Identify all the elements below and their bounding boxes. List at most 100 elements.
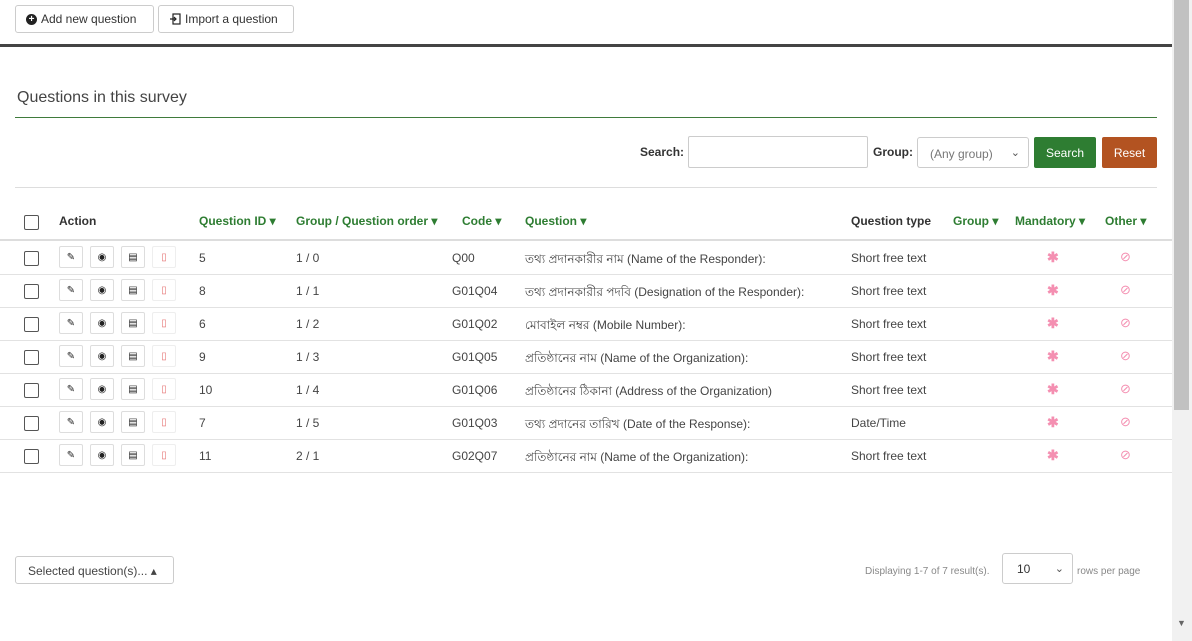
table-row: ✎ ◉ ▤ ▯ 5 1 / 0 Q00 তথ্য প্রদানকারীর নাম… (0, 241, 1172, 275)
question-id: 6 (199, 317, 206, 331)
mandatory-asterisk-icon: ✱ (1047, 381, 1059, 397)
delete-icon[interactable]: ▯ (152, 345, 176, 367)
table-row: ✎ ◉ ▤ ▯ 9 1 / 3 G01Q05 প্রতিষ্ঠানের নাম … (0, 340, 1172, 374)
mandatory-asterisk-icon: ✱ (1047, 249, 1059, 265)
edit-icon[interactable]: ✎ (59, 411, 83, 433)
question-text: তথ্য প্রদানকারীর নাম (Name of the Respon… (525, 252, 766, 266)
code: G01Q05 (452, 350, 498, 364)
other-disabled-icon: ⊘ (1120, 282, 1131, 297)
delete-icon[interactable]: ▯ (152, 312, 176, 334)
code: G01Q02 (452, 317, 498, 331)
summary-icon[interactable]: ▤ (121, 411, 145, 433)
add-new-question-button[interactable]: + Add new question (15, 5, 154, 33)
header-code[interactable]: Code ▾ (462, 214, 501, 228)
delete-icon[interactable]: ▯ (152, 279, 176, 301)
row-checkbox[interactable] (24, 284, 39, 299)
other-disabled-icon: ⊘ (1120, 249, 1131, 264)
edit-icon[interactable]: ✎ (59, 246, 83, 268)
header-group[interactable]: Group ▾ (953, 214, 998, 228)
import-icon (170, 13, 181, 25)
preview-eye-icon[interactable]: ◉ (90, 246, 114, 268)
question-text: তথ্য প্রদানকারীর পদবি (Designation of th… (525, 285, 805, 299)
other-disabled-icon: ⊘ (1120, 348, 1131, 363)
table-header: Action Question ID ▾ Group / Question or… (0, 205, 1172, 241)
import-question-label: Import a question (185, 12, 278, 26)
header-mandatory[interactable]: Mandatory ▾ (1015, 214, 1085, 228)
scroll-down-arrow-icon[interactable]: ▼ (1177, 618, 1186, 628)
question-text: প্রতিষ্ঠানের ঠিকানা (Address of the Orga… (525, 384, 773, 398)
selected-questions-dropdown[interactable]: Selected question(s)... ▴ (15, 556, 174, 584)
header-group-order[interactable]: Group / Question order ▾ (296, 214, 437, 228)
preview-eye-icon[interactable]: ◉ (90, 444, 114, 466)
mandatory-asterisk-icon: ✱ (1047, 282, 1059, 298)
search-input[interactable] (688, 136, 868, 168)
row-checkbox[interactable] (24, 317, 39, 332)
group-order: 2 / 1 (296, 449, 320, 463)
edit-icon[interactable]: ✎ (59, 312, 83, 334)
header-question[interactable]: Question ▾ (525, 214, 586, 228)
page-size-value: 10 (1017, 562, 1031, 576)
delete-icon[interactable]: ▯ (152, 246, 176, 268)
table-row: ✎ ◉ ▤ ▯ 7 1 / 5 G01Q03 তথ্য প্রদানের তার… (0, 406, 1172, 440)
question-type: Date/Time (851, 416, 906, 430)
other-disabled-icon: ⊘ (1120, 447, 1131, 462)
code: Q00 (452, 251, 475, 265)
code: G01Q04 (452, 284, 498, 298)
import-question-button[interactable]: Import a question (158, 5, 294, 33)
top-toolbar: + Add new question Import a question (0, 0, 1172, 47)
summary-icon[interactable]: ▤ (121, 246, 145, 268)
title-divider (15, 117, 1157, 118)
group-order: 1 / 2 (296, 317, 320, 331)
edit-icon[interactable]: ✎ (59, 444, 83, 466)
summary-icon[interactable]: ▤ (121, 345, 145, 367)
question-text: প্রতিষ্ঠানের নাম (Name of the Organizati… (525, 450, 749, 464)
row-checkbox[interactable] (24, 383, 39, 398)
question-text: তথ্য প্রদানের তারিখ (Date of the Respons… (525, 417, 751, 431)
delete-icon[interactable]: ▯ (152, 378, 176, 400)
delete-icon[interactable]: ▯ (152, 444, 176, 466)
preview-eye-icon[interactable]: ◉ (90, 345, 114, 367)
question-type: Short free text (851, 284, 927, 298)
question-id: 8 (199, 284, 206, 298)
question-id: 5 (199, 251, 206, 265)
chevron-down-icon: ⌄ (1054, 563, 1064, 575)
edit-icon[interactable]: ✎ (59, 378, 83, 400)
group-select[interactable]: (Any group) ⌄ (917, 137, 1029, 168)
edit-icon[interactable]: ✎ (59, 345, 83, 367)
table-row: ✎ ◉ ▤ ▯ 11 2 / 1 G02Q07 প্রতিষ্ঠানের নাম… (0, 439, 1172, 473)
summary-icon[interactable]: ▤ (121, 378, 145, 400)
row-checkbox[interactable] (24, 416, 39, 431)
group-label: Group: (873, 145, 913, 159)
page-size-select[interactable]: 10 ⌄ (1002, 553, 1073, 584)
question-type: Short free text (851, 317, 927, 331)
summary-icon[interactable]: ▤ (121, 312, 145, 334)
delete-icon[interactable]: ▯ (152, 411, 176, 433)
summary-icon[interactable]: ▤ (121, 444, 145, 466)
edit-icon[interactable]: ✎ (59, 279, 83, 301)
row-checkbox[interactable] (24, 350, 39, 365)
row-checkbox[interactable] (24, 251, 39, 266)
results-summary: Displaying 1-7 of 7 result(s). (865, 566, 990, 577)
preview-eye-icon[interactable]: ◉ (90, 411, 114, 433)
question-text: প্রতিষ্ঠানের নাম (Name of the Organizati… (525, 351, 749, 365)
question-type: Short free text (851, 449, 927, 463)
other-disabled-icon: ⊘ (1120, 414, 1131, 429)
code: G02Q07 (452, 449, 498, 463)
summary-icon[interactable]: ▤ (121, 279, 145, 301)
question-text: মোবাইল নম্বর (Mobile Number): (525, 318, 686, 332)
add-new-question-label: Add new question (41, 12, 137, 26)
mandatory-asterisk-icon: ✱ (1047, 414, 1059, 430)
select-all-checkbox[interactable] (24, 215, 39, 230)
group-order: 1 / 1 (296, 284, 320, 298)
search-button[interactable]: Search (1034, 137, 1096, 168)
reset-button[interactable]: Reset (1102, 137, 1157, 168)
preview-eye-icon[interactable]: ◉ (90, 378, 114, 400)
preview-eye-icon[interactable]: ◉ (90, 279, 114, 301)
header-question-id[interactable]: Question ID ▾ (199, 214, 276, 228)
preview-eye-icon[interactable]: ◉ (90, 312, 114, 334)
mandatory-asterisk-icon: ✱ (1047, 348, 1059, 364)
header-other[interactable]: Other ▾ (1105, 214, 1146, 228)
scrollbar-thumb[interactable] (1174, 0, 1189, 410)
group-order: 1 / 3 (296, 350, 320, 364)
row-checkbox[interactable] (24, 449, 39, 464)
